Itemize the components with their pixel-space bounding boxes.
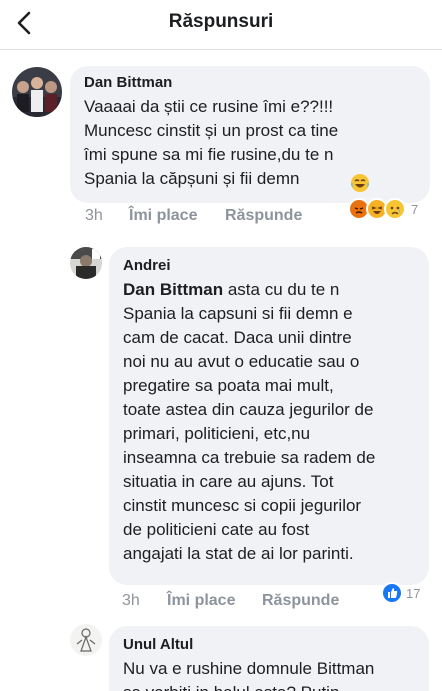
- reply-button[interactable]: Răspunde: [225, 207, 302, 225]
- avatar[interactable]: [70, 247, 102, 279]
- reactions-summary[interactable]: 17: [381, 582, 431, 606]
- comment-bubble: Dan Bittman Vaaaai da știi ce rusine îmi…: [70, 66, 430, 203]
- avatar[interactable]: [70, 624, 102, 656]
- comment-time: 3h: [85, 207, 103, 224]
- comment-time: 3h: [122, 592, 140, 609]
- comment-text-first-line: Dan Bittman asta cu du te n: [123, 280, 340, 299]
- top-bar: Răspunsuri: [0, 0, 442, 50]
- sad-icon: [384, 198, 406, 220]
- comment-text: Nu va e rushine domnule Bittman sa vorbi…: [123, 659, 375, 691]
- reply-button[interactable]: Răspunde: [262, 592, 339, 610]
- mention-link[interactable]: Dan Bittman: [123, 280, 223, 299]
- comment-text: Spania la capsuni si fii demn e cam de c…: [123, 304, 376, 563]
- avatar[interactable]: [12, 67, 62, 117]
- like-button[interactable]: Îmi place: [167, 592, 235, 610]
- reactions-summary[interactable]: 7: [348, 198, 430, 222]
- comment-bubble: Unul Altul Nu va e rushine domnule Bittm…: [109, 626, 429, 691]
- tears-of-joy-emoji-icon: [350, 173, 370, 193]
- like-button[interactable]: Îmi place: [129, 207, 197, 225]
- comment-actions: 3h Îmi place Răspunde: [122, 592, 382, 614]
- like-icon: [381, 582, 403, 604]
- comment-author[interactable]: Dan Bittman: [84, 74, 416, 91]
- comment-bubble: Andrei Dan Bittman asta cu du te n Spani…: [109, 247, 429, 585]
- comment-author[interactable]: Unul Altul: [123, 636, 415, 653]
- reaction-count: 7: [411, 202, 419, 217]
- page-title: Răspunsuri: [168, 11, 274, 32]
- reaction-count: 17: [406, 586, 421, 601]
- comment-author[interactable]: Andrei: [123, 257, 415, 274]
